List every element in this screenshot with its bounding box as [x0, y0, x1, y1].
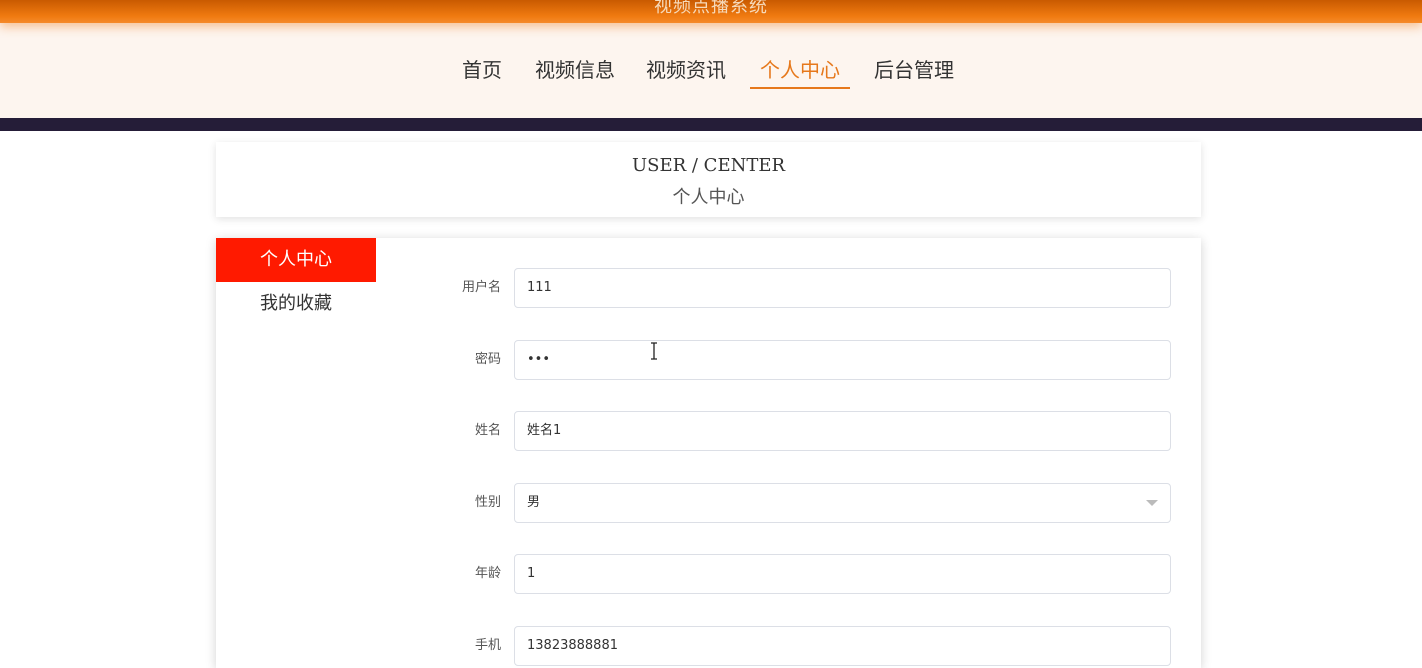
- form-row-username: 用户名 111: [216, 268, 1201, 308]
- phone-label: 手机: [474, 638, 501, 653]
- username-input[interactable]: 111: [514, 268, 1171, 308]
- gender-label: 性别: [474, 495, 501, 510]
- nav-item-admin[interactable]: 后台管理: [872, 53, 956, 89]
- form-row-phone: 手机 13823888881: [216, 626, 1201, 666]
- nav-item-user-center[interactable]: 个人中心: [750, 53, 850, 89]
- site-title: 视频点播系统: [654, 0, 768, 17]
- page-title-chinese: 个人中心: [672, 187, 745, 208]
- nav-item-video-info[interactable]: 视频信息: [534, 53, 616, 89]
- form-row-age: 年龄 1: [216, 554, 1201, 594]
- gender-select[interactable]: 男: [514, 483, 1171, 523]
- gender-select-value: 男: [527, 495, 541, 510]
- age-label: 年龄: [474, 566, 501, 581]
- name-label: 姓名: [474, 423, 501, 438]
- username-label: 用户名: [461, 280, 501, 295]
- name-input[interactable]: 姓名1: [514, 411, 1171, 451]
- top-banner: 视频点播系统: [0, 0, 1422, 23]
- form-row-password: 密码 •••: [216, 340, 1201, 380]
- user-center-panel: 个人中心 我的收藏 用户名 111 密码 ••• 姓名 姓名1 性别 男 年龄 …: [216, 238, 1201, 668]
- page-title-english: USER / CENTER: [631, 155, 786, 176]
- password-label: 密码: [474, 352, 501, 367]
- dark-divider-band: [0, 118, 1422, 131]
- nav-item-home[interactable]: 首页: [461, 53, 503, 89]
- form-row-name: 姓名 姓名1: [216, 411, 1201, 451]
- nav-list: 首页 视频信息 视频资讯 个人中心 后台管理: [0, 53, 1422, 93]
- password-input[interactable]: •••: [514, 340, 1171, 380]
- phone-input[interactable]: 13823888881: [514, 626, 1171, 666]
- nav-item-video-news[interactable]: 视频资讯: [645, 53, 727, 89]
- text-cursor-icon: [651, 342, 657, 360]
- main-navigation: 首页 视频信息 视频资讯 个人中心 后台管理: [0, 23, 1422, 118]
- age-input[interactable]: 1: [514, 554, 1171, 594]
- chevron-down-icon: [1146, 500, 1158, 506]
- page-title-card: USER / CENTER 个人中心: [216, 142, 1201, 217]
- form-row-gender: 性别 男: [216, 483, 1201, 523]
